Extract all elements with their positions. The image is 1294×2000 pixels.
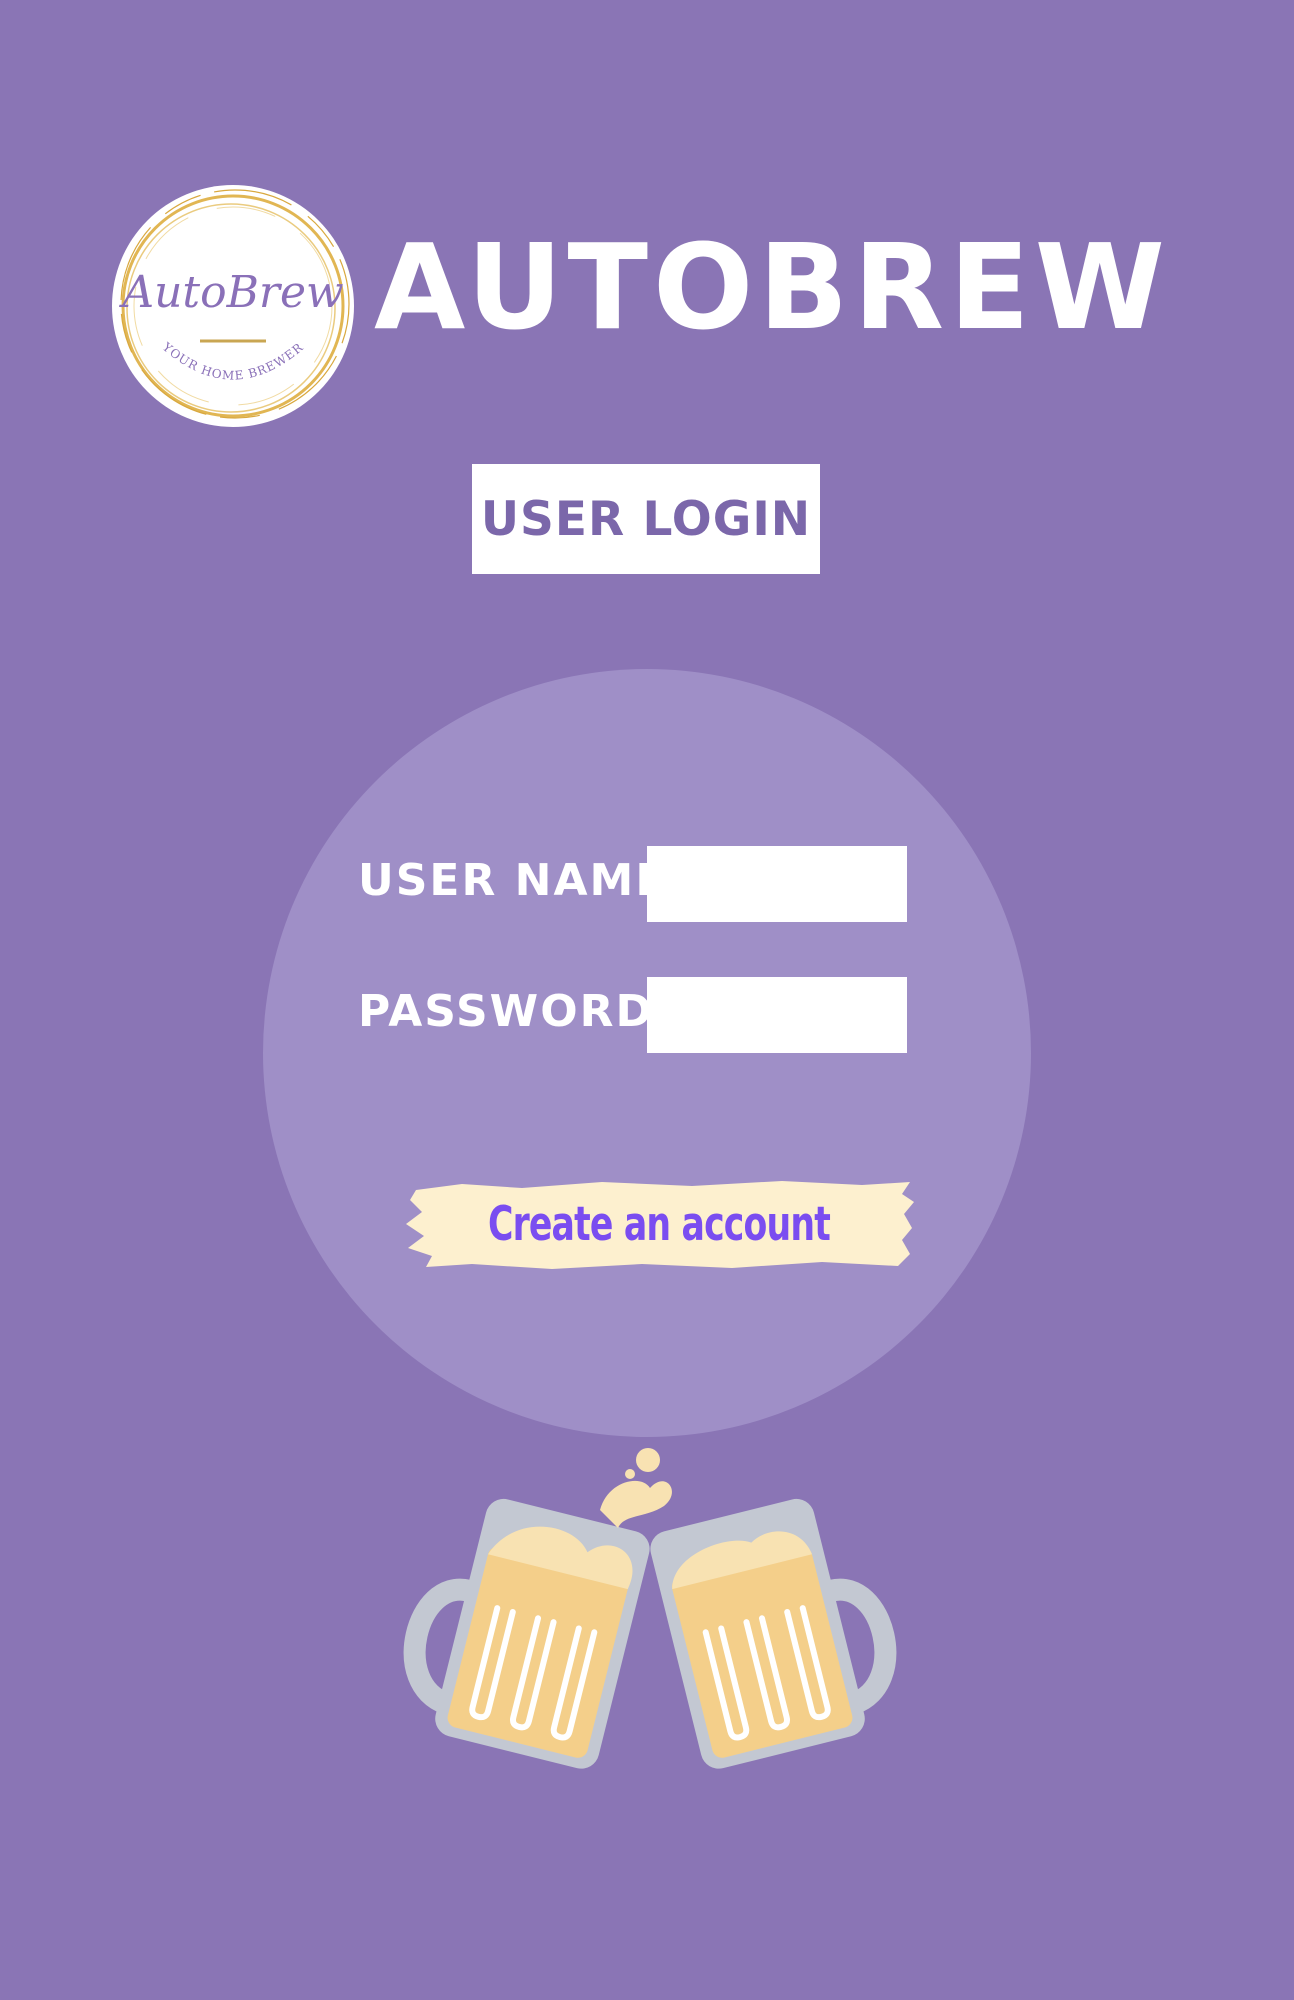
create-account-button[interactable]: Create an account — [402, 1176, 916, 1272]
autobrew-logo: AutoBrew YOUR HOME BREWER — [110, 183, 356, 429]
password-input[interactable] — [647, 977, 907, 1053]
password-label: PASSWORD — [358, 986, 655, 1037]
user-login-badge: USER LOGIN — [472, 464, 820, 574]
create-account-label: Create an account — [487, 1196, 831, 1252]
username-input[interactable] — [647, 846, 907, 922]
login-panel — [263, 669, 1031, 1437]
app-title: AUTOBREW — [374, 218, 1170, 356]
beer-mugs-cheers-icon — [380, 1440, 920, 1800]
username-label: USER NAME — [358, 855, 668, 906]
logo-script-text: AutoBrew — [118, 267, 343, 318]
